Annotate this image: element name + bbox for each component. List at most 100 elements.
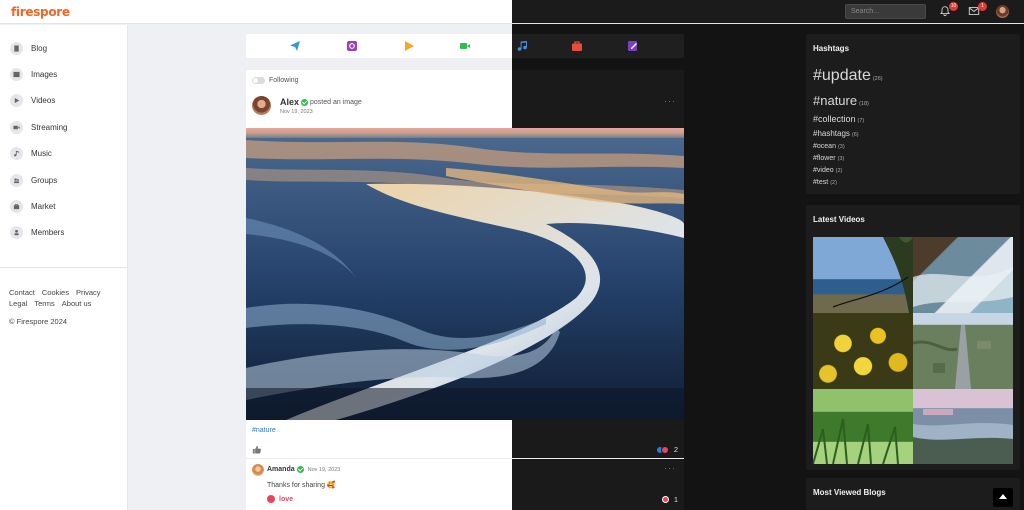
love-reaction-icon <box>660 445 669 454</box>
hashtag-item[interactable]: #flower (3) <box>813 155 844 162</box>
video-thumbnail[interactable] <box>813 313 913 389</box>
play-icon[interactable] <box>403 40 415 52</box>
hashtag-item[interactable]: #test (2) <box>813 179 837 186</box>
sidebar-item-label: Images <box>31 69 58 79</box>
follow-toggle[interactable] <box>252 77 265 84</box>
hashtag-item[interactable]: #update (26) <box>813 67 883 85</box>
sidebar-item-label: Videos <box>31 95 56 105</box>
comment-love-button[interactable]: love <box>267 495 293 503</box>
video-icon[interactable] <box>459 40 471 52</box>
author-name[interactable]: Alex <box>280 97 299 107</box>
sidebar-item-label: Blog <box>31 43 48 53</box>
comment-reactions[interactable]: 1 <box>661 495 678 504</box>
create-post-bar <box>246 34 684 58</box>
sidebar-item-music[interactable]: Music <box>10 146 52 160</box>
heart-icon <box>267 495 275 503</box>
sidebar-item-images[interactable]: Images <box>10 67 57 81</box>
footer-links-row: Legal Terms About us <box>9 299 98 308</box>
video-thumbnail[interactable] <box>813 389 913 464</box>
edit-icon[interactable] <box>627 40 639 52</box>
hashtag-item[interactable]: #collection (7) <box>813 114 864 124</box>
reaction-icons <box>655 445 670 454</box>
commenter-avatar[interactable] <box>252 464 264 476</box>
comment-text: Thanks for sharing 🥰 <box>267 482 336 489</box>
comment-author-line: Amanda Nov 19, 2023 <box>267 466 340 473</box>
footer-link-cookies[interactable]: Cookies <box>42 288 69 297</box>
sidebar-item-members[interactable]: Members <box>10 225 64 239</box>
send-icon[interactable] <box>289 40 301 52</box>
sidebar-item-blog[interactable]: Blog <box>10 41 47 55</box>
search-input[interactable]: Search... <box>845 4 926 19</box>
footer-link-terms[interactable]: Terms <box>34 299 54 308</box>
hashtag-name: #nature <box>813 93 858 108</box>
top-bar: firespore Search... 10 1 <box>0 0 1024 24</box>
hashtag-name: #update <box>813 67 871 84</box>
hashtag-name: #flower <box>813 155 836 162</box>
bag-icon <box>10 199 23 213</box>
logo[interactable]: firespore <box>11 5 70 19</box>
hashtag-item[interactable]: #nature (18) <box>813 93 869 108</box>
love-reaction-icon <box>661 496 669 503</box>
messages-badge: 1 <box>978 2 987 11</box>
notifications-badge: 10 <box>949 2 958 11</box>
latest-videos-title: Latest Videos <box>813 215 865 224</box>
post-hashtag[interactable]: #nature <box>252 427 276 434</box>
sidebar-item-label: Groups <box>31 175 58 185</box>
hashtag-count: (3) <box>837 144 845 150</box>
post-card: Following Alex posted an image Nov 19, 2… <box>246 70 684 510</box>
music-icon <box>10 146 23 160</box>
hashtag-name: #test <box>813 179 829 186</box>
sidebar-item-label: Streaming <box>31 122 68 132</box>
sidebar-item-market[interactable]: Market <box>10 199 55 213</box>
video-thumbnail[interactable] <box>913 237 1013 313</box>
post-action-text: posted an image <box>310 98 362 106</box>
commenter-name[interactable]: Amanda <box>267 466 295 473</box>
comment-reaction-count: 1 <box>673 495 678 504</box>
comment-options-icon[interactable]: ··· <box>664 463 676 473</box>
image-icon <box>10 67 23 81</box>
hashtag-count: (7) <box>857 118 865 124</box>
hashtag-item[interactable]: #hashtags (6) <box>813 129 859 138</box>
footer-link-contact[interactable]: Contact <box>9 288 35 297</box>
sidebar-divider <box>0 267 127 268</box>
footer-link-legal[interactable]: Legal <box>9 299 27 308</box>
bell-icon[interactable]: 10 <box>939 2 958 19</box>
sidebar-item-streaming[interactable]: Streaming <box>10 120 67 134</box>
most-viewed-blogs-title: Most Viewed Blogs <box>813 488 886 497</box>
hashtag-count: (6) <box>851 132 859 138</box>
music-icon[interactable] <box>516 40 528 52</box>
hashtag-count: (18) <box>859 101 869 107</box>
video-thumbnail[interactable] <box>913 389 1013 464</box>
mail-icon[interactable]: 1 <box>968 2 987 19</box>
like-icon[interactable] <box>252 445 261 454</box>
hashtag-item[interactable]: #ocean (3) <box>813 143 845 150</box>
reaction-count: 2 <box>673 445 678 454</box>
follow-label: Following <box>269 77 299 84</box>
post-reactions[interactable]: 2 <box>655 445 678 454</box>
sidebar-item-groups[interactable]: Groups <box>10 173 57 187</box>
author-avatar[interactable] <box>252 96 271 115</box>
hashtag-item[interactable]: #video (2) <box>813 167 842 174</box>
video-thumbnail[interactable] <box>813 237 913 313</box>
hashtag-name: #hashtags <box>813 129 850 138</box>
hashtag-count: (3) <box>837 156 845 162</box>
follow-toggle-row[interactable]: Following <box>252 77 299 84</box>
sidebar-item-label: Members <box>31 227 65 237</box>
scroll-to-top-button[interactable] <box>993 488 1013 507</box>
camera-icon[interactable] <box>346 40 358 52</box>
camera-icon <box>10 120 23 134</box>
post-date: Nov 19, 2023 <box>280 109 313 115</box>
footer-link-privacy[interactable]: Privacy <box>76 288 101 297</box>
more-options-icon[interactable]: ··· <box>664 96 676 106</box>
footer-link-about[interactable]: About us <box>62 299 92 308</box>
bag-icon[interactable] <box>571 40 583 52</box>
hashtags-title: Hashtags <box>813 44 850 53</box>
latest-videos-panel: Latest Videos <box>806 205 1020 470</box>
user-avatar[interactable] <box>996 5 1009 18</box>
comment-divider <box>246 458 684 459</box>
love-label: love <box>279 495 294 503</box>
sidebar-item-videos[interactable]: Videos <box>10 93 55 107</box>
video-thumbnail[interactable] <box>913 313 1013 389</box>
users-icon <box>10 173 23 187</box>
post-image[interactable] <box>246 128 684 420</box>
